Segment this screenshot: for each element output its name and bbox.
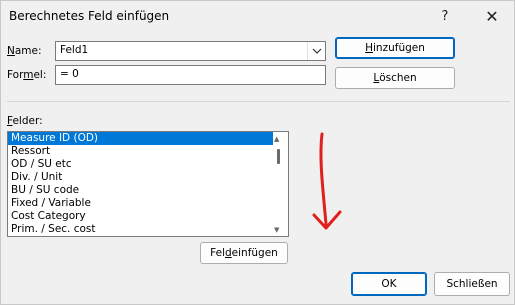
name-label: Name: — [7, 45, 42, 57]
list-item[interactable]: BU / SU code — [8, 184, 273, 197]
name-combobox[interactable]: Feld1 — [55, 41, 326, 61]
add-button[interactable]: Hinzufügen — [335, 37, 455, 59]
list-item[interactable]: Ressort — [8, 145, 273, 158]
separator — [7, 101, 510, 102]
chevron-down-icon[interactable] — [307, 42, 325, 60]
fields-label: Felder: — [7, 115, 43, 127]
delete-button[interactable]: Löschen — [335, 67, 455, 89]
insert-calculated-field-dialog: Berechnetes Feld einfügen ? ✕ Name: Feld… — [0, 0, 515, 305]
list-item[interactable]: Div. / Unit — [8, 171, 273, 184]
formula-value: = 0 — [60, 68, 79, 80]
list-item[interactable]: OD / SU etc — [8, 158, 273, 171]
list-item[interactable]: Fixed / Variable — [8, 197, 273, 210]
list-item[interactable]: Measure ID (OD) — [8, 132, 273, 145]
formula-input[interactable]: = 0 — [55, 65, 326, 85]
formula-label: Formel: — [7, 69, 47, 81]
scrollbar-thumb[interactable] — [277, 149, 280, 164]
close-button[interactable]: Schließen — [434, 272, 510, 296]
dialog-title: Berechnetes Feld einfügen — [9, 9, 170, 23]
scroll-up-icon[interactable]: ▲ — [274, 135, 279, 143]
close-window-button[interactable]: ✕ — [479, 5, 505, 27]
red-arrow-annotation — [312, 132, 342, 230]
list-item[interactable]: Cost Category — [8, 210, 273, 223]
insert-field-button[interactable]: Fel d einfügen — [200, 242, 288, 264]
list-item[interactable]: Prim. / Sec. cost — [8, 223, 273, 236]
help-button[interactable]: ? — [432, 5, 458, 27]
scroll-down-icon[interactable]: ▼ — [274, 226, 279, 234]
ok-button[interactable]: OK — [351, 272, 427, 296]
title-bar: Berechnetes Feld einfügen ? ✕ — [1, 1, 514, 31]
name-value: Feld1 — [60, 44, 89, 56]
close-icon: ✕ — [485, 6, 499, 26]
help-icon: ? — [441, 8, 449, 24]
fields-listbox[interactable]: Measure ID (OD) Ressort OD / SU etc Div.… — [7, 131, 289, 237]
